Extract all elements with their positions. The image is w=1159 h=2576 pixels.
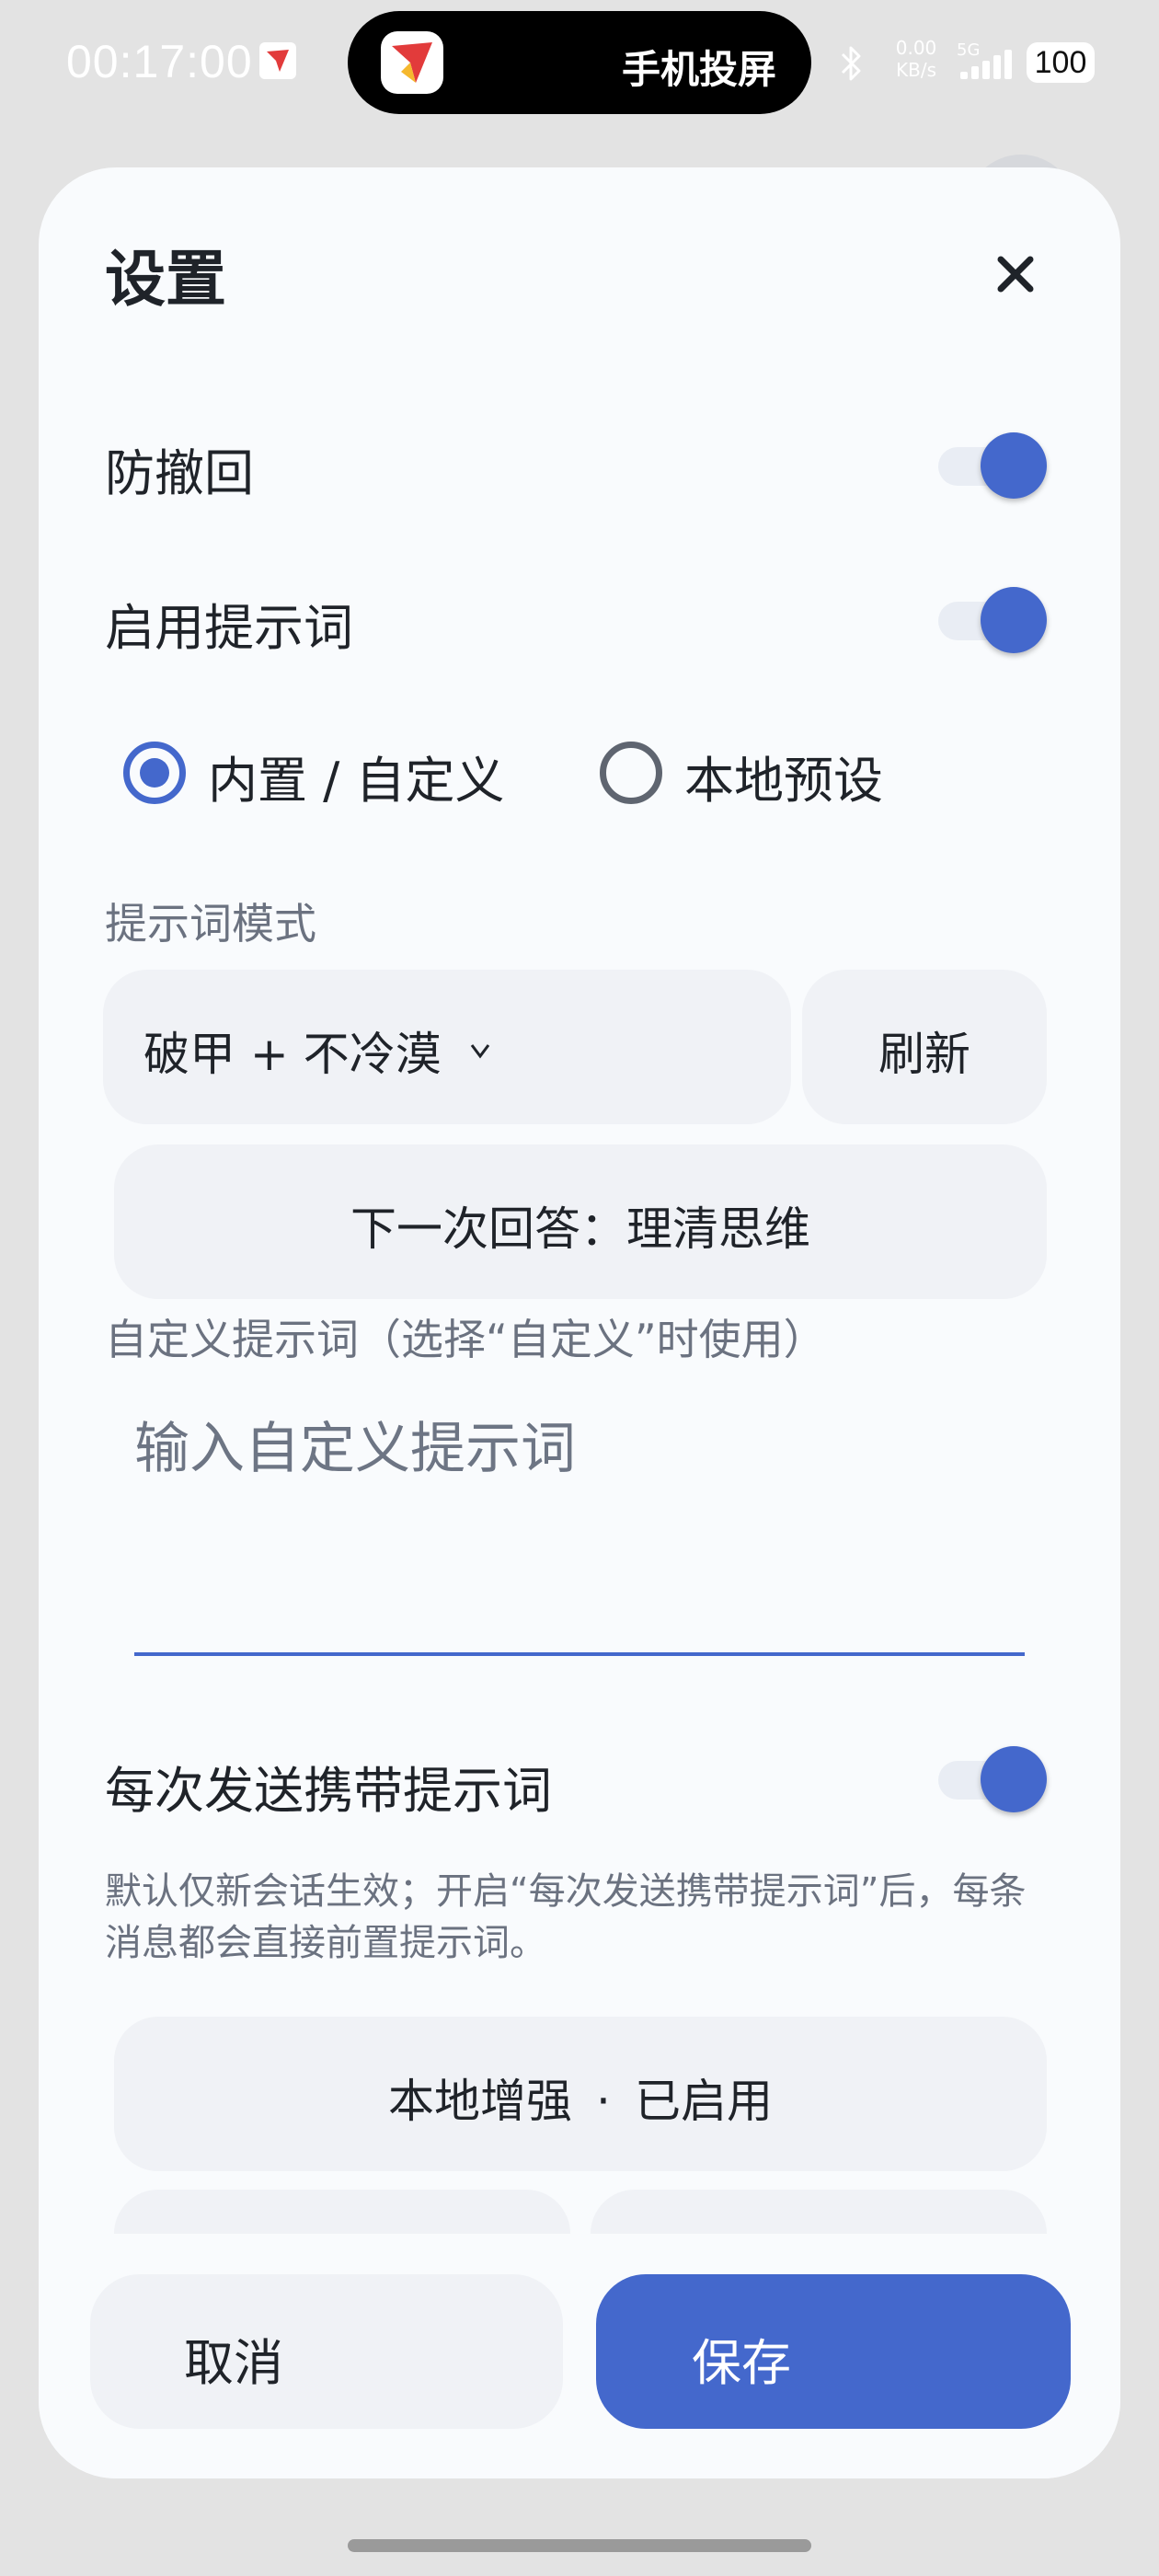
custom-prompt-input[interactable] bbox=[134, 1378, 1025, 1654]
save-button[interactable]: 保存 bbox=[596, 2274, 1071, 2429]
save-button-label: 保存 bbox=[692, 2334, 791, 2392]
input-underline bbox=[134, 1652, 1025, 1656]
separator-dot: · bbox=[596, 2075, 611, 2128]
local-enhance-name: 本地增强 bbox=[388, 2075, 573, 2128]
anti-recall-toggle[interactable] bbox=[938, 432, 1049, 499]
network-speed-unit: KB/s bbox=[896, 59, 936, 81]
prompt-mode-label: 提示词模式 bbox=[105, 899, 316, 949]
enable-prompt-toggle[interactable] bbox=[938, 587, 1049, 653]
prompt-mode-value: 破甲 + 不冷漠 bbox=[143, 1028, 442, 1081]
radio-selected-indicator bbox=[123, 742, 186, 804]
toggle-thumb bbox=[981, 587, 1047, 653]
chevron-down-icon bbox=[470, 1044, 490, 1059]
next-answer-button[interactable]: 下一次回答：理清思维 bbox=[114, 1144, 1047, 1299]
status-time: 00:17:00 bbox=[66, 36, 253, 87]
battery-indicator: 100 bbox=[1027, 42, 1095, 83]
radio-unselected-indicator bbox=[600, 742, 662, 804]
network-type: 5G bbox=[957, 40, 981, 60]
toggle-thumb bbox=[981, 1746, 1047, 1812]
refresh-button[interactable]: 刷新 bbox=[802, 970, 1047, 1124]
status-bar: 00:17:00 手机投屏 0.00 KB/s 5G 100 bbox=[0, 0, 1159, 129]
radio-builtin-custom-label: 内置 / 自定义 bbox=[208, 752, 505, 810]
bluetooth-icon bbox=[841, 46, 861, 81]
network-speed-value: 0.00 bbox=[895, 37, 937, 59]
screen-cast-label: 手机投屏 bbox=[621, 47, 776, 92]
carry-prompt-toggle[interactable] bbox=[938, 1746, 1049, 1812]
anti-recall-label: 防撤回 bbox=[105, 444, 254, 502]
prompt-mode-select[interactable]: 破甲 + 不冷漠 bbox=[103, 970, 791, 1124]
dialog-title: 设置 bbox=[105, 244, 226, 315]
local-enhance-status: 已启用 bbox=[634, 2075, 773, 2128]
network-speed: 0.00 KB/s bbox=[889, 37, 944, 81]
settings-dialog: 设置 防撤回 启用提示词 内置 / 自定义 本地预设 提示词模式 破甲 + 不冷… bbox=[39, 167, 1120, 2478]
cellular-signal-icon: 5G bbox=[957, 40, 1021, 83]
enable-prompt-label: 启用提示词 bbox=[105, 599, 353, 657]
radio-local-preset-label: 本地预设 bbox=[684, 752, 883, 810]
close-icon[interactable] bbox=[992, 250, 1039, 298]
app-notification-icon bbox=[259, 42, 296, 79]
screen-cast-island[interactable]: 手机投屏 bbox=[348, 11, 811, 114]
home-indicator[interactable] bbox=[348, 2539, 811, 2552]
carry-prompt-hint: 默认仅新会话生效；开启“每次发送携带提示词”后，每条消息都会直接前置提示词。 bbox=[105, 1870, 1027, 1964]
local-enhance-button[interactable]: 本地增强 · 已启用 bbox=[114, 2017, 1047, 2171]
custom-prompt-label: 自定义提示词（选择“自定义”时使用） bbox=[105, 1315, 826, 1364]
carry-prompt-label: 每次发送携带提示词 bbox=[105, 1762, 552, 1820]
local-enhance-text: 本地增强 · 已启用 bbox=[114, 2064, 1047, 2131]
cancel-button[interactable]: 取消 bbox=[90, 2274, 563, 2429]
refresh-button-label: 刷新 bbox=[878, 1028, 970, 1081]
toggle-thumb bbox=[981, 432, 1047, 499]
next-answer-label: 下一次回答：理清思维 bbox=[350, 1202, 810, 1256]
cancel-button-label: 取消 bbox=[184, 2334, 283, 2392]
screen-cast-app-icon bbox=[381, 31, 443, 94]
